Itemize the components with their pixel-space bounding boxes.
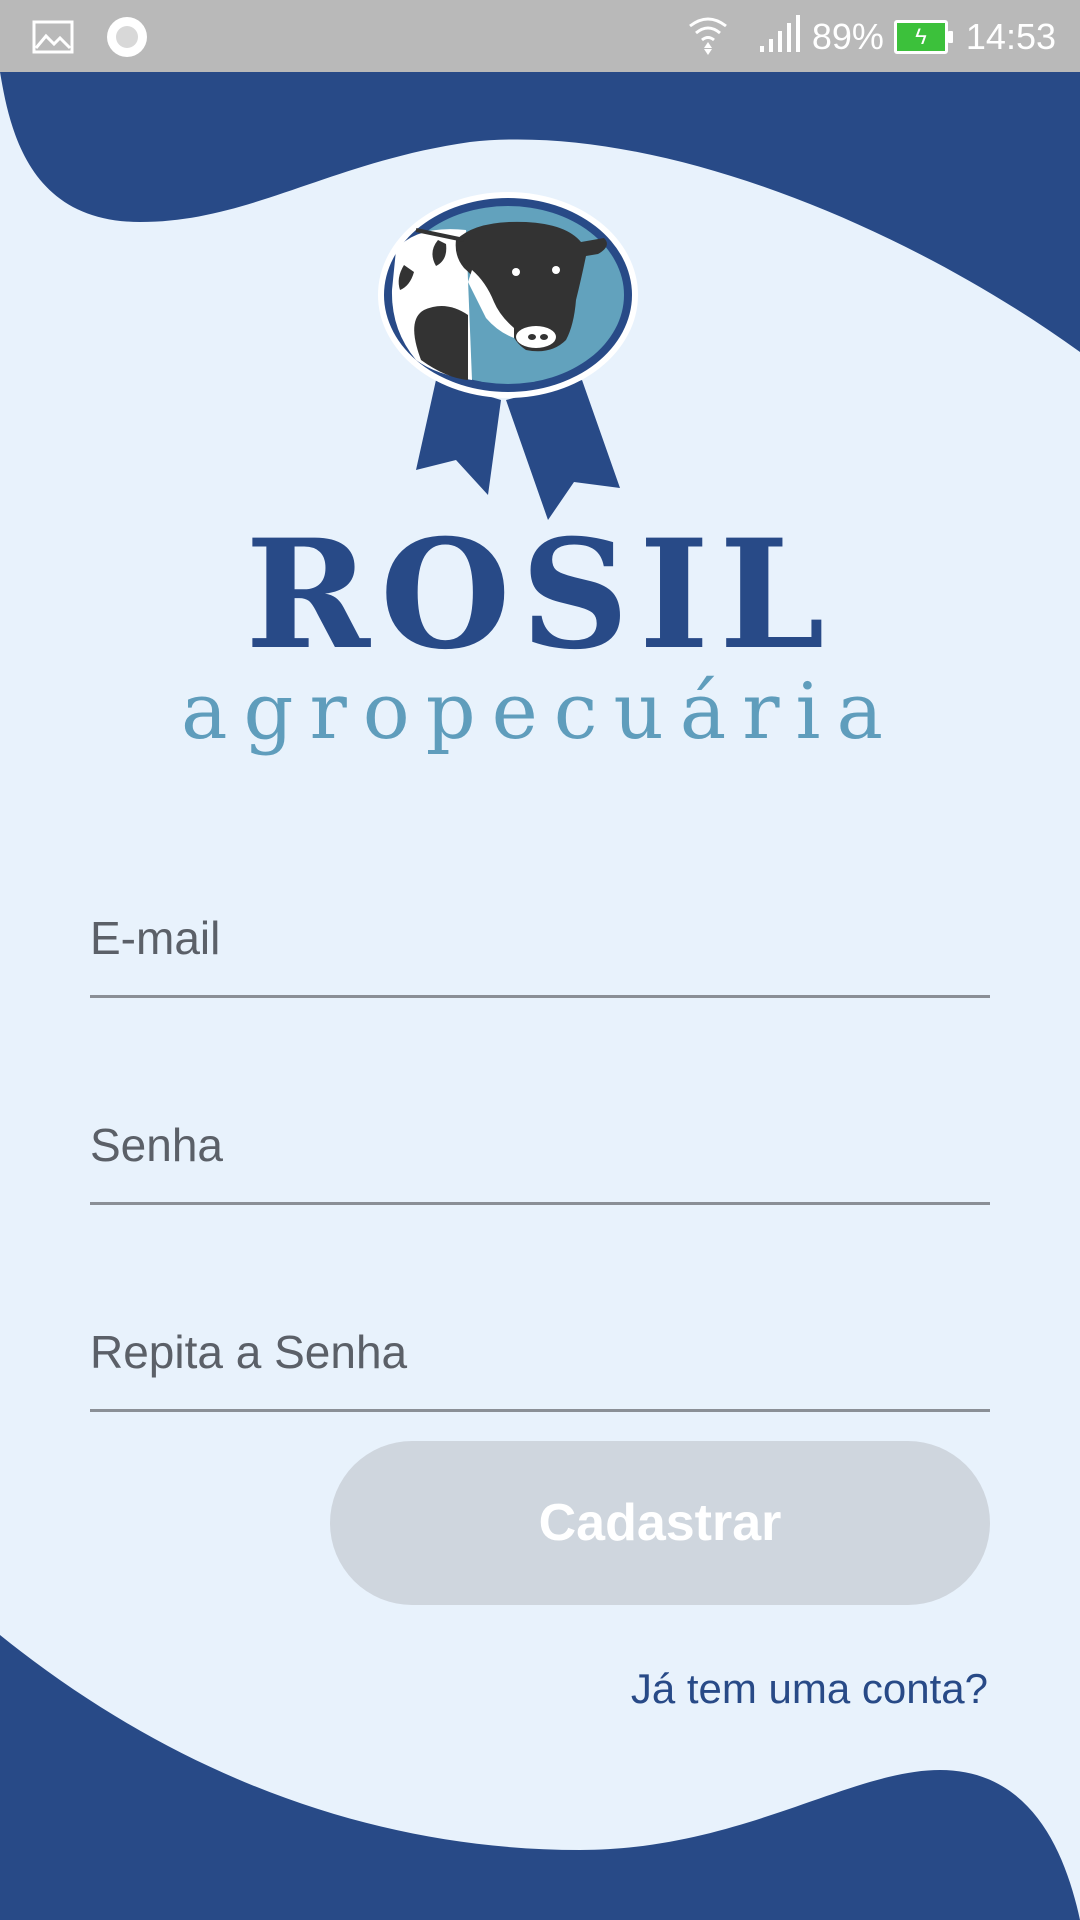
status-bar: 89% ϟ 14:53 [0,0,1080,72]
brand-name: ROSIL [245,507,835,683]
clock: 14:53 [965,15,1056,57]
login-link[interactable]: Já tem uma conta? [631,1665,988,1713]
image-icon [32,20,74,59]
cow-ribbon-logo-icon [378,192,638,520]
email-field-wrapper [90,870,990,1077]
wifi-icon [686,12,730,61]
password-field-wrapper [90,1077,990,1284]
register-button[interactable]: Cadastrar [330,1441,990,1605]
status-left-icons [32,14,150,65]
signup-form [90,870,990,1491]
battery-charging-icon: ϟ [893,19,953,54]
brand-subtitle: agropecuária [181,667,899,757]
status-right-icons: 89% ϟ 14:53 [686,12,1056,61]
circle-notification-icon [104,14,150,65]
repeat-password-field[interactable] [90,1284,990,1412]
logo: ROSIL agropecuária [0,190,1080,770]
battery-percent: 89% [811,15,884,57]
password-field[interactable] [90,1077,990,1205]
signal-icon [758,14,802,59]
email-field[interactable] [90,870,990,998]
